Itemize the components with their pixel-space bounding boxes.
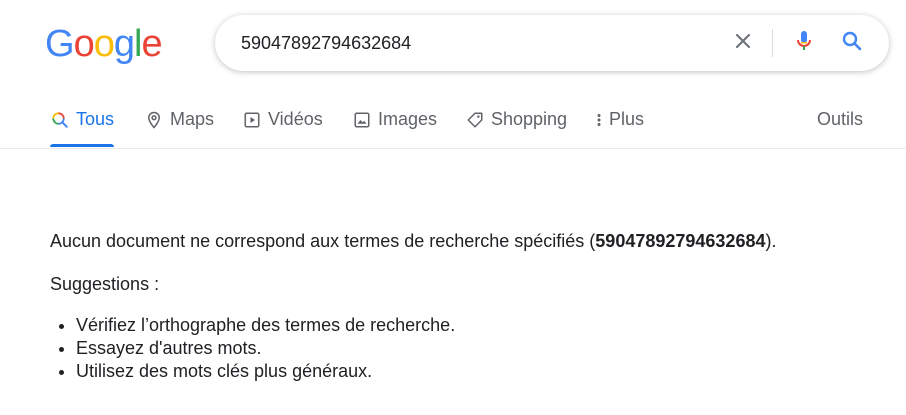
suggestions-list: Vérifiez l’orthographe des termes de rec… [50, 314, 455, 383]
play-icon [242, 110, 262, 130]
clear-button[interactable] [723, 16, 763, 70]
tab-images[interactable]: Images [352, 96, 437, 144]
no-results-prefix: Aucun document ne correspond aux termes … [50, 231, 596, 251]
tab-videos[interactable]: Vidéos [242, 96, 323, 144]
tab-label: Images [378, 109, 438, 129]
tab-shopping[interactable]: Shopping [465, 96, 567, 144]
search-icon [840, 29, 864, 58]
tab-label: Plus [609, 109, 645, 129]
list-item: Vérifiez l’orthographe des termes de rec… [76, 314, 455, 337]
image-icon [352, 110, 372, 130]
list-item: Utilisez des mots clés plus généraux. [76, 360, 455, 383]
google-logo[interactable]: G o o g l e [45, 22, 163, 66]
search-divider [772, 29, 773, 57]
map-pin-icon [144, 110, 164, 130]
tools-button[interactable]: Outils [817, 96, 863, 144]
search-tabs: Tous Maps Vidéos Images Shopping Plus Ou… [0, 96, 906, 149]
search-box [215, 15, 889, 71]
tab-label: Maps [170, 109, 215, 129]
tab-maps[interactable]: Maps [144, 96, 214, 144]
tab-all[interactable]: Tous [50, 96, 115, 147]
logo-letter: l [133, 23, 143, 65]
suggestions-title: Suggestions : [50, 274, 160, 294]
list-item: Essayez d'autres mots. [76, 337, 455, 360]
no-results-suffix: ). [765, 231, 777, 251]
no-results-message: Aucun document ne correspond aux termes … [50, 229, 776, 253]
tab-label: Tous [76, 109, 115, 129]
tag-icon [465, 110, 485, 130]
logo-letter: G [45, 23, 75, 65]
no-results-query: 59047892794632684 [595, 231, 766, 251]
search-icon [50, 110, 70, 130]
more-vert-icon [593, 110, 605, 130]
logo-letter: o [73, 23, 95, 65]
tab-more[interactable]: Plus [593, 96, 644, 144]
search-input[interactable] [241, 16, 721, 70]
logo-letter: e [141, 23, 162, 65]
logo-letter: o [93, 23, 115, 65]
search-submit-button[interactable] [832, 16, 872, 70]
tab-label: Vidéos [268, 109, 323, 129]
tools-label: Outils [817, 109, 864, 129]
tab-label: Shopping [491, 109, 568, 129]
voice-search-button[interactable] [784, 16, 824, 70]
close-icon [731, 29, 755, 58]
logo-letter: g [113, 23, 135, 65]
microphone-icon [792, 29, 816, 58]
